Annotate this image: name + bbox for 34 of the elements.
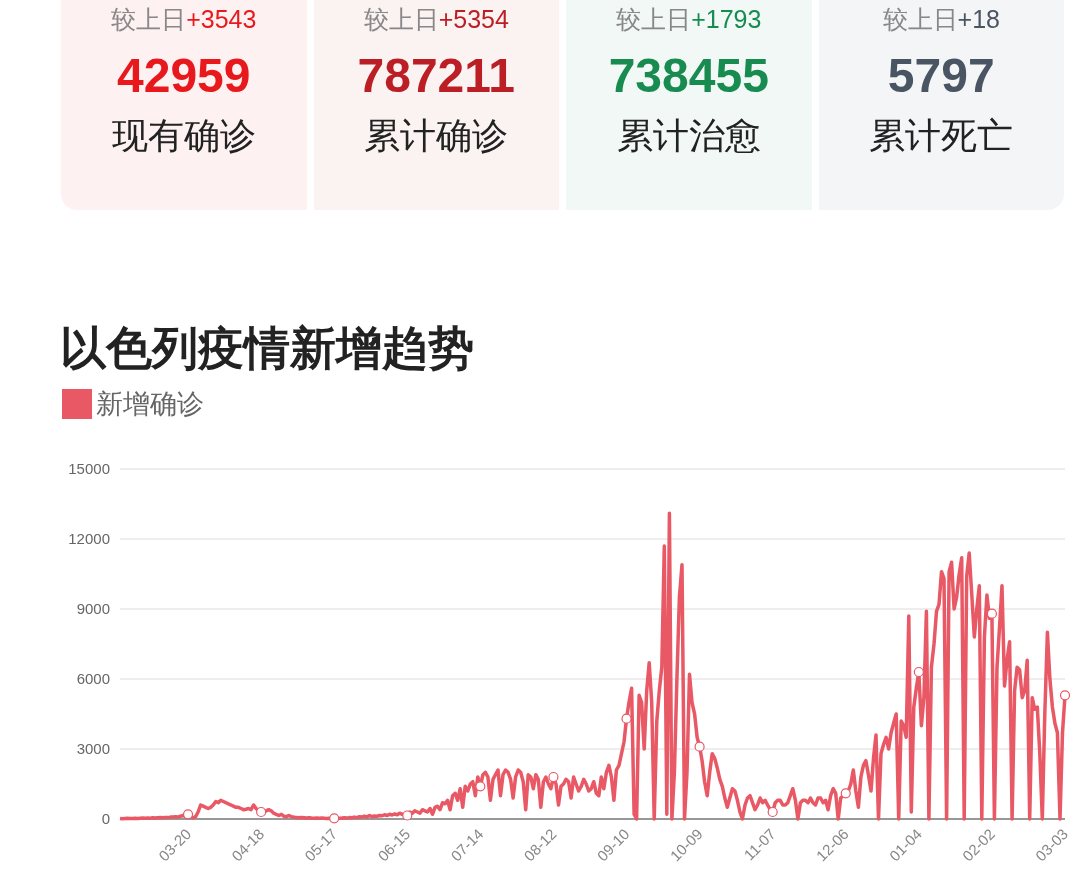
data-point-marker[interactable] <box>329 813 340 824</box>
y-axis-label: 9000 <box>76 600 110 617</box>
stat-label: 现有确诊 <box>111 114 256 158</box>
legend-swatch-icon[interactable] <box>62 389 92 419</box>
stat-value: 5797 <box>887 48 995 104</box>
legend-label[interactable]: 新增确诊 <box>96 388 204 420</box>
y-axis-label: 3000 <box>76 740 110 757</box>
data-point-marker[interactable] <box>182 809 194 820</box>
chart-title: 以色列疫情新增趋势 <box>60 321 475 376</box>
data-point-marker[interactable] <box>986 608 997 619</box>
stat-label: 累计确诊 <box>364 114 509 158</box>
stat-label: 累计治愈 <box>616 114 761 158</box>
data-point-marker[interactable] <box>694 741 705 752</box>
data-point-marker[interactable] <box>913 666 924 678</box>
y-axis-label: 6000 <box>76 670 110 687</box>
change-text: 较上日+5354 <box>363 4 509 35</box>
stat-value: 738455 <box>608 48 769 104</box>
data-point-marker[interactable] <box>767 806 778 818</box>
stat-value: 42959 <box>117 48 251 104</box>
data-point-marker[interactable] <box>840 788 851 799</box>
data-point-marker[interactable] <box>475 781 486 792</box>
y-axis-label: 12000 <box>68 530 110 547</box>
data-point-marker[interactable] <box>402 810 413 821</box>
data-point-marker[interactable] <box>621 713 632 724</box>
data-point-marker[interactable] <box>548 771 559 783</box>
y-axis-label: 15000 <box>68 460 110 477</box>
y-axis-label: 0 <box>101 810 110 827</box>
stat-value: 787211 <box>357 48 515 104</box>
stat-label: 累计死亡 <box>869 114 1014 158</box>
data-point-marker[interactable] <box>256 806 267 818</box>
data-point-marker[interactable] <box>1059 690 1071 701</box>
change-text: 较上日+3543 <box>111 4 257 35</box>
change-text: 较上日+18 <box>882 4 1000 35</box>
change-text: 较上日+1793 <box>616 4 762 35</box>
